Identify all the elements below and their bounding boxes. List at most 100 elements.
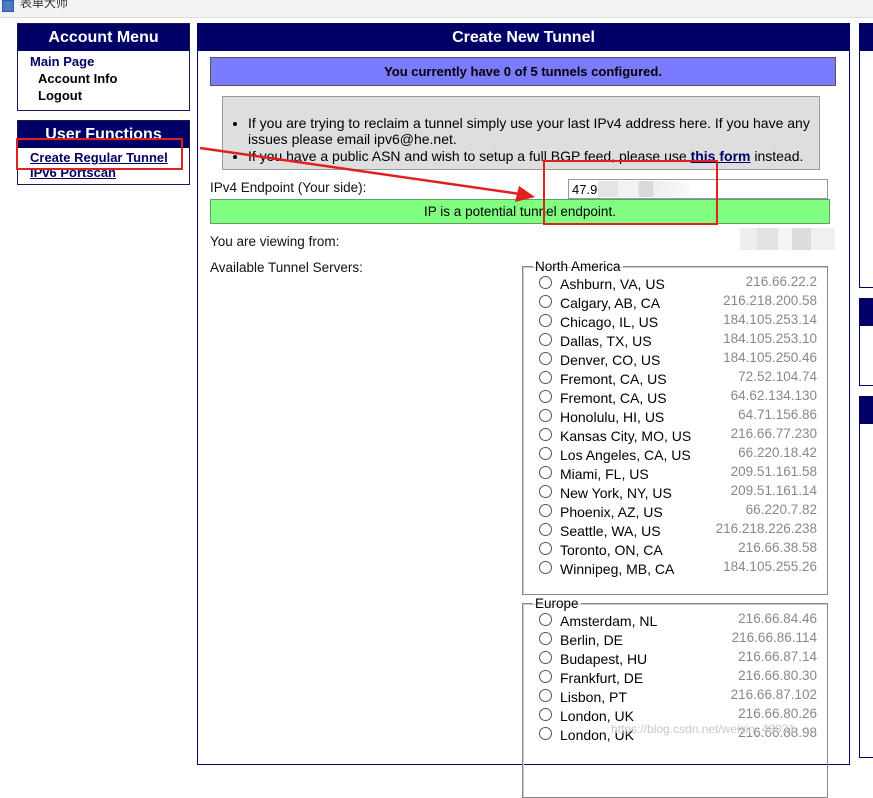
info-bgp-post: instead. <box>750 148 804 164</box>
server-option[interactable]: Los Angeles, CA, US 66.220.18.42 <box>523 445 827 464</box>
info-box: If you are trying to reclaim a tunnel si… <box>222 96 820 170</box>
account-menu-panel: Account Menu Main Page Account Info Logo… <box>17 23 190 111</box>
server-option[interactable]: Frankfurt, DE 216.66.80.30 <box>523 668 827 687</box>
server-ip: 216.66.38.58 <box>738 540 817 555</box>
server-ip: 216.66.77.230 <box>730 426 817 441</box>
server-ip: 184.105.253.14 <box>723 312 817 327</box>
radio-button[interactable] <box>539 276 552 289</box>
server-city: Berlin, DE <box>560 632 624 648</box>
server-ip: 216.218.226.238 <box>715 521 817 536</box>
server-option[interactable]: Kansas City, MO, US 216.66.77.230 <box>523 426 827 445</box>
server-ip: 216.66.22.2 <box>745 274 817 289</box>
right-panel-header <box>860 397 873 424</box>
server-option[interactable]: Dallas, TX, US 184.105.253.10 <box>523 331 827 350</box>
server-ip: 216.66.84.46 <box>738 611 817 626</box>
radio-button[interactable] <box>539 447 552 460</box>
server-city: Seattle, WA, US <box>560 523 661 539</box>
region-europe: Europe Amsterdam, NL 216.66.84.46 Berlin, … <box>522 596 828 798</box>
radio-button[interactable] <box>539 409 552 422</box>
radio-button[interactable] <box>539 542 552 555</box>
server-option[interactable]: Budapest, HU 216.66.87.14 <box>523 649 827 668</box>
logout-link[interactable]: Logout <box>38 88 189 103</box>
radio-button[interactable] <box>539 371 552 384</box>
server-city: Phoenix, AZ, US <box>560 504 663 520</box>
endpoint-label: IPv4 Endpoint (Your side): <box>210 180 367 195</box>
server-ip: 66.220.18.42 <box>738 445 817 460</box>
region-north-america: North America Ashburn, VA, US 216.66.22.2… <box>522 259 828 595</box>
server-city: Toronto, ON, CA <box>560 542 663 558</box>
viewing-from-label: You are viewing from: <box>210 234 340 249</box>
server-option[interactable]: Toronto, ON, CA 216.66.38.58 <box>523 540 827 559</box>
radio-button[interactable] <box>539 523 552 536</box>
server-city: Fremont, CA, US <box>560 371 667 387</box>
radio-button[interactable] <box>539 727 552 740</box>
server-ip: 72.52.104.74 <box>738 369 817 384</box>
radio-button[interactable] <box>539 708 552 721</box>
endpoint-status: IP is a potential tunnel endpoint. <box>210 199 830 224</box>
radio-button[interactable] <box>539 561 552 574</box>
server-option[interactable]: Chicago, IL, US 184.105.253.14 <box>523 312 827 331</box>
server-option[interactable]: Honolulu, HI, US 64.71.156.86 <box>523 407 827 426</box>
radio-button[interactable] <box>539 295 552 308</box>
server-option[interactable]: Calgary, AB, CA 216.218.200.58 <box>523 293 827 312</box>
server-city: Los Angeles, CA, US <box>560 447 691 463</box>
server-city: Fremont, CA, US <box>560 390 667 406</box>
server-city: Miami, FL, US <box>560 466 649 482</box>
favicon-icon <box>2 0 14 12</box>
main-page-link[interactable]: Main Page <box>30 54 189 69</box>
server-option[interactable]: Lisbon, PT 216.66.87.102 <box>523 687 827 706</box>
server-ip: 216.66.80.30 <box>738 668 817 683</box>
radio-button[interactable] <box>539 428 552 441</box>
server-ip: 64.71.156.86 <box>738 407 817 422</box>
account-info-link[interactable]: Account Info <box>38 71 189 86</box>
radio-button[interactable] <box>539 670 552 683</box>
server-option[interactable]: Fremont, CA, US 64.62.134.130 <box>523 388 827 407</box>
account-menu-header: Account Menu <box>18 24 189 51</box>
server-city: Amsterdam, NL <box>560 613 658 629</box>
redacted-viewing-ip <box>740 228 835 250</box>
radio-button[interactable] <box>539 314 552 327</box>
radio-button[interactable] <box>539 390 552 403</box>
radio-button[interactable] <box>539 485 552 498</box>
radio-button[interactable] <box>539 613 552 626</box>
server-option[interactable]: Berlin, DE 216.66.86.114 <box>523 630 827 649</box>
radio-button[interactable] <box>539 333 552 346</box>
server-option[interactable]: Denver, CO, US 184.105.250.46 <box>523 350 827 369</box>
server-ip: 184.105.250.46 <box>723 350 817 365</box>
annotation-box-left <box>16 138 183 170</box>
radio-button[interactable] <box>539 466 552 479</box>
server-ip: 209.51.161.58 <box>730 464 817 479</box>
browser-titlebar: 表单大师 <box>0 0 873 18</box>
server-city: Winnipeg, MB, CA <box>560 561 675 577</box>
server-option[interactable]: Fremont, CA, US 72.52.104.74 <box>523 369 827 388</box>
server-ip: 66.220.7.82 <box>745 502 817 517</box>
server-ip: 216.66.87.14 <box>738 649 817 664</box>
tunnel-count-banner: You currently have 0 of 5 tunnels config… <box>210 57 836 86</box>
radio-button[interactable] <box>539 352 552 365</box>
server-option[interactable]: Ashburn, VA, US 216.66.22.2 <box>523 274 827 293</box>
server-ip: 216.66.87.102 <box>730 687 817 702</box>
server-option[interactable]: New York, NY, US 209.51.161.14 <box>523 483 827 502</box>
server-city: New York, NY, US <box>560 485 672 501</box>
server-ip: 216.66.86.114 <box>731 630 817 645</box>
right-panel-3 <box>859 396 873 758</box>
create-tunnel-header: Create New Tunnel <box>198 24 849 51</box>
server-city: Calgary, AB, CA <box>560 295 661 311</box>
server-ip: 216.66.80.26 <box>738 706 817 721</box>
radio-button[interactable] <box>539 632 552 645</box>
server-option[interactable]: Winnipeg, MB, CA 184.105.255.26 <box>523 559 827 578</box>
radio-button[interactable] <box>539 689 552 702</box>
server-option[interactable]: Miami, FL, US 209.51.161.58 <box>523 464 827 483</box>
server-ip: 216.218.200.58 <box>723 293 817 308</box>
right-panel-header <box>860 299 873 326</box>
radio-button[interactable] <box>539 504 552 517</box>
server-city: Honolulu, HI, US <box>560 409 665 425</box>
region-legend: North America <box>535 259 621 274</box>
radio-button[interactable] <box>539 651 552 664</box>
server-option[interactable]: Seattle, WA, US 216.218.226.238 <box>523 521 827 540</box>
right-panel-header <box>860 24 873 51</box>
server-option[interactable]: Amsterdam, NL 216.66.84.46 <box>523 611 827 630</box>
info-bgp: If you have a public ASN and wish to set… <box>248 148 811 164</box>
server-option[interactable]: Phoenix, AZ, US 66.220.7.82 <box>523 502 827 521</box>
info-reclaim: If you are trying to reclaim a tunnel si… <box>248 115 811 147</box>
